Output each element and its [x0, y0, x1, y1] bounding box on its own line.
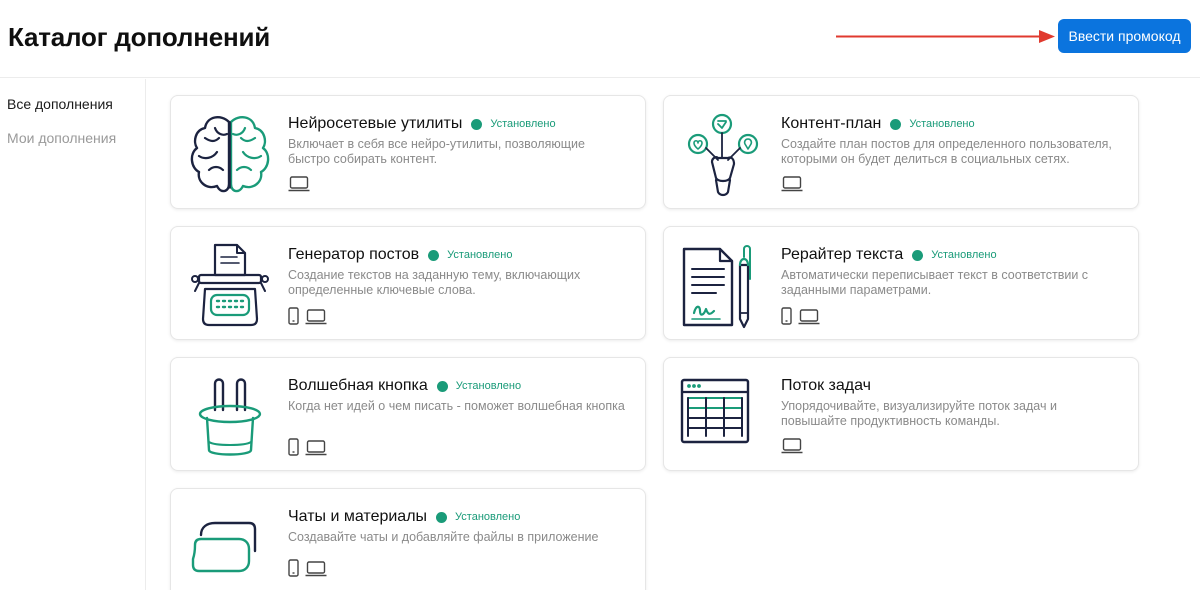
laptop-icon: [798, 309, 820, 325]
addon-description: Включает в себя все нейро-утилиты, позво…: [288, 137, 585, 166]
installed-status-label: Установлено: [931, 249, 997, 261]
installed-status-label: Установлено: [490, 118, 556, 130]
supported-devices: [288, 307, 327, 325]
sidebar: Все дополнения Мои дополнения: [0, 79, 146, 590]
supported-devices: [781, 176, 803, 192]
supported-devices: [288, 176, 310, 192]
addon-title: Нейросетевые утилиты: [288, 115, 463, 132]
installed-status-dot: [471, 118, 483, 130]
typewriter-icon: [191, 243, 269, 327]
arrow-right-icon: [836, 30, 1055, 43]
installed-status-dot: [436, 380, 448, 392]
laptop-icon: [288, 176, 310, 192]
page-title: Каталог дополнений: [8, 22, 271, 52]
phone-icon: [288, 438, 299, 456]
addon-description: Когда нет идей о чем писать - поможет во…: [288, 399, 625, 413]
addon-card-task-flow[interactable]: Поток задач Упорядочивайте, визуализируй…: [663, 357, 1139, 471]
addon-title: Поток задач: [781, 377, 871, 394]
document-pen-icon: [682, 245, 751, 329]
addon-description: Автоматически переписывает текст в соотв…: [781, 268, 1089, 297]
sidebar-item-all-addons[interactable]: Все дополнения: [7, 96, 113, 112]
laptop-icon: [305, 440, 327, 456]
laptop-icon: [305, 561, 327, 577]
supported-devices: [781, 307, 820, 325]
installed-status-dot: [912, 249, 924, 261]
laptop-icon: [781, 438, 803, 454]
installed-status-label: Установлено: [447, 249, 513, 261]
content-plan-icon: [687, 113, 759, 197]
addon-title: Рерайтер текста: [781, 246, 904, 263]
addon-title: Волшебная кнопка: [288, 377, 428, 394]
addon-description: Упорядочивайте, визуализируйте поток зад…: [781, 399, 1057, 428]
phone-icon: [288, 559, 299, 577]
installed-status-label: Установлено: [909, 118, 975, 130]
addon-title: Контент-план: [781, 115, 882, 132]
addon-card-magic-button[interactable]: Волшебная кнопка Установлено Когда нет и…: [170, 357, 646, 471]
addon-description: Создайте план постов для определенного п…: [781, 137, 1112, 166]
supported-devices: [288, 438, 327, 456]
supported-devices: [288, 559, 327, 577]
addon-card-post-generator[interactable]: Генератор постов Установлено Создание те…: [170, 226, 646, 340]
header: Каталог дополнений Ввести промокод: [0, 0, 1200, 78]
phone-icon: [288, 307, 299, 325]
addon-card-content-plan[interactable]: Контент-план Установлено Создайте план п…: [663, 95, 1139, 209]
laptop-icon: [305, 309, 327, 325]
addon-title: Чаты и материалы: [288, 508, 428, 525]
addon-description: Создание текстов на заданную тему, включ…: [288, 268, 581, 297]
installed-status-dot: [428, 249, 440, 261]
brain-icon: [190, 116, 270, 193]
installed-status-label: Установлено: [455, 511, 521, 523]
addon-card-chats-materials[interactable]: Чаты и материалы Установлено Создавайте …: [170, 488, 646, 590]
phone-icon: [781, 307, 792, 325]
addon-title: Генератор постов: [288, 246, 420, 263]
enter-promo-code-button[interactable]: Ввести промокод: [1058, 19, 1191, 53]
sidebar-item-my-addons[interactable]: Мои дополнения: [7, 130, 116, 146]
addon-card-neural-utilities[interactable]: Нейросетевые утилиты Установлено Включае…: [170, 95, 646, 209]
installed-status-dot: [436, 511, 448, 523]
addon-card-text-rewriter[interactable]: Рерайтер текста Установлено Автоматическ…: [663, 226, 1139, 340]
installed-status-dot: [890, 118, 902, 130]
magic-hat-icon: [198, 378, 262, 456]
installed-status-label: Установлено: [455, 380, 522, 392]
chat-bubbles-icon: [191, 521, 257, 573]
laptop-icon: [781, 176, 803, 192]
task-board-icon: [680, 378, 750, 444]
supported-devices: [781, 438, 803, 454]
addon-description: Создавайте чаты и добавляйте файлы в при…: [288, 530, 599, 544]
